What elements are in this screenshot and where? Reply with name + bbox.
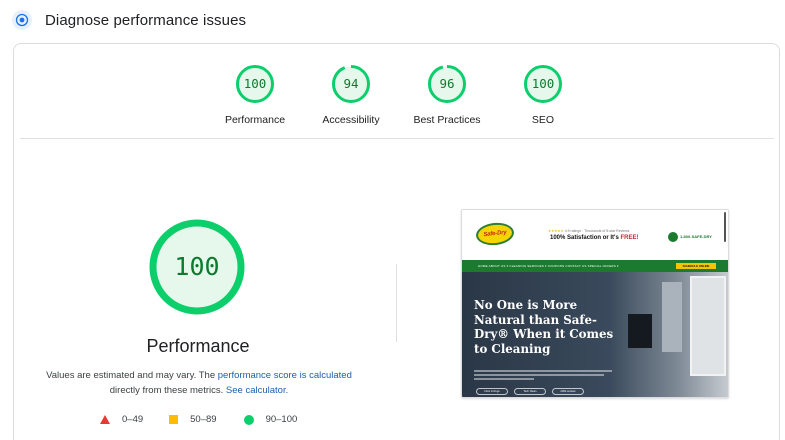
site-hero-button: Floor & Rugs <box>476 388 508 395</box>
star-rating-icon: ★★★★★ <box>548 229 564 233</box>
legend-fail: 0–49 <box>100 414 143 425</box>
performance-title: Performance <box>146 336 250 356</box>
site-satisfaction: 100% Satisfaction or It's FREE! <box>550 235 639 241</box>
gauge-label: Accessibility <box>322 114 380 126</box>
site-body-text <box>474 370 614 382</box>
description-text: Values are estimated and may vary. The <box>46 370 218 381</box>
site-phone: 1-800-SAFE-DRY <box>680 234 712 239</box>
gauge-label: Best Practices <box>413 114 481 126</box>
lighthouse-audit-icon <box>12 10 32 30</box>
site-hero-button: 200k reviews <box>552 388 584 395</box>
hero-tv <box>628 314 652 348</box>
score-value: 100 <box>531 76 555 91</box>
gauge-best-practices[interactable]: 96 Best Practices <box>399 64 495 126</box>
legend-pass: 90–100 <box>243 414 298 425</box>
score-calculation-link[interactable]: performance score is calculated <box>218 370 352 381</box>
site-hero-buttons: Floor & Rugs Tech Clean 200k reviews <box>476 388 590 395</box>
page-screenshot-thumbnail[interactable]: Safe-Dry ★★★★★ 4.9 ratings · Thousands o… <box>461 209 729 398</box>
score-gauge: 96 <box>427 64 467 104</box>
average-square-icon <box>169 415 179 424</box>
legend-range: 50–89 <box>190 414 217 425</box>
site-nav: HOME ABOUT US ▾ CLEANING SERVICES ▾ COUP… <box>462 260 728 272</box>
pass-circle-icon <box>243 414 254 425</box>
score-gauge: 100 <box>523 64 563 104</box>
fail-triangle-icon <box>100 415 110 424</box>
performance-score-gauge: 100 <box>148 218 246 316</box>
site-header: Safe-Dry ★★★★★ 4.9 ratings · Thousands o… <box>462 210 728 260</box>
site-headline: No One is More Natural than Safe-Dry® Wh… <box>474 298 614 357</box>
site-nav-items: HOME ABOUT US ▾ CLEANING SERVICES ▾ COUP… <box>478 264 619 268</box>
legend-range: 90–100 <box>265 414 298 425</box>
gauge-label: SEO <box>531 114 555 126</box>
score-legend: 0–49 50–89 90–100 <box>100 414 297 425</box>
site-rating: ★★★★★ 4.9 ratings · Thousands of 5-star … <box>548 229 630 233</box>
performance-description: Values are estimated and may vary. The p… <box>40 368 358 398</box>
section-divider <box>20 138 774 139</box>
score-value: 100 <box>243 76 267 91</box>
section-header: Diagnose performance issues <box>12 8 246 32</box>
site-hero: No One is More Natural than Safe-Dry® Wh… <box>462 272 728 397</box>
see-calculator-link[interactable]: See calculator. <box>226 385 288 396</box>
section-title: Diagnose performance issues <box>45 11 247 29</box>
vertical-divider <box>396 264 397 342</box>
gauge-seo[interactable]: 100 SEO <box>495 64 591 126</box>
hero-background-shape <box>662 282 682 352</box>
site-logo: Safe-Dry <box>474 221 516 247</box>
performance-score-value: 100 <box>174 252 220 281</box>
site-cta: SCHEDULE ONLINE <box>676 263 716 269</box>
score-value: 96 <box>439 76 455 91</box>
legend-range: 0–49 <box>122 414 144 425</box>
legend-average: 50–89 <box>169 414 217 425</box>
gauge-performance[interactable]: 100 Performance <box>207 64 303 126</box>
score-gauge: 100 <box>235 64 275 104</box>
gauge-label: Performance <box>224 114 286 126</box>
site-hero-button: Tech Clean <box>514 388 546 395</box>
phone-icon <box>668 232 678 242</box>
gauge-accessibility[interactable]: 94 Accessibility <box>303 64 399 126</box>
category-gauges: 100 Performance 94 Accessibility 96 Best… <box>207 64 591 126</box>
score-value: 94 <box>343 76 359 91</box>
score-gauge: 94 <box>331 64 371 104</box>
hero-window <box>690 276 726 376</box>
scrollbar <box>724 212 726 242</box>
description-text: directly from these metrics. <box>109 385 226 396</box>
